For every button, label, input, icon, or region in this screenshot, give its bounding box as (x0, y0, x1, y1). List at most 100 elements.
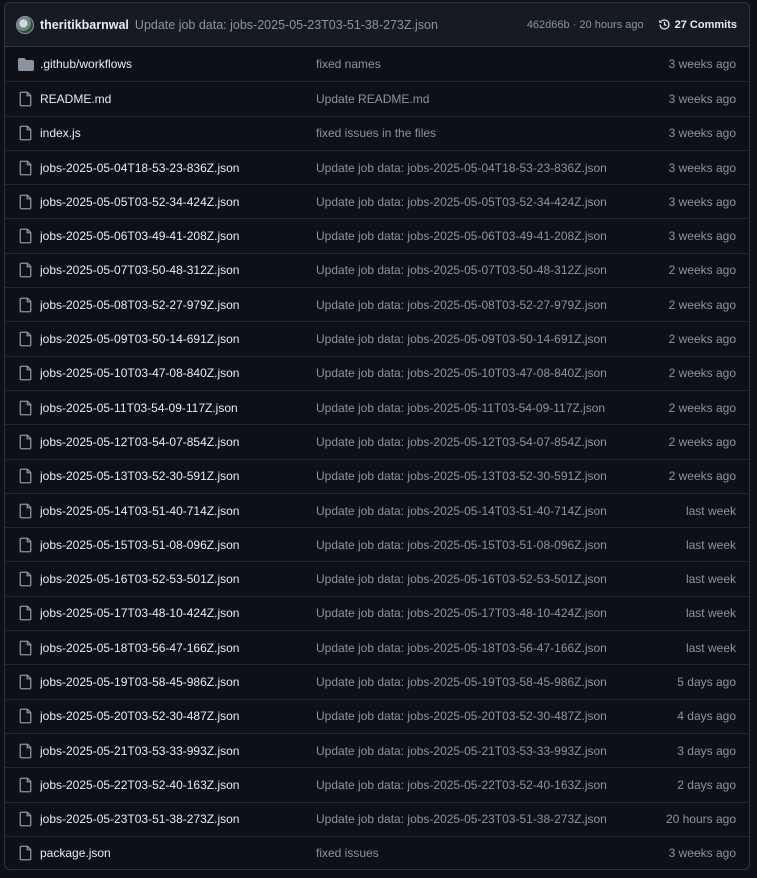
file-row[interactable]: jobs-2025-05-09T03-50-14-691Z.json Update… (5, 321, 749, 355)
file-icon (18, 434, 34, 450)
file-icon (18, 811, 34, 827)
file-commit-message-link[interactable]: Update job data: jobs-2025-05-14T03-51-4… (316, 504, 626, 518)
file-commit-date: 20 hours ago (665, 812, 736, 827)
file-row[interactable]: jobs-2025-05-13T03-52-30-591Z.json Update… (5, 458, 749, 493)
file-row[interactable]: package.json fixed issues 3 weeks ago (5, 835, 749, 869)
file-commit-date: last week (685, 503, 736, 518)
commits-history-button[interactable]: 27 Commits (658, 18, 737, 31)
file-name-link[interactable]: .github/workflows (40, 57, 316, 71)
file-commit-message-link[interactable]: Update job data: jobs-2025-05-09T03-50-1… (316, 332, 626, 346)
file-commit-message-link[interactable]: Update job data: jobs-2025-05-08T03-52-2… (316, 298, 626, 312)
file-row[interactable]: jobs-2025-05-20T03-52-30-487Z.json Update… (5, 698, 749, 733)
file-icon (18, 194, 34, 210)
file-row[interactable]: jobs-2025-05-19T03-58-45-986Z.json Update… (5, 664, 749, 698)
file-name-link[interactable]: jobs-2025-05-15T03-51-08-096Z.json (40, 538, 316, 552)
file-row[interactable]: jobs-2025-05-06T03-49-41-208Z.json Update… (5, 218, 749, 252)
file-commit-message-link[interactable]: Update job data: jobs-2025-05-13T03-52-3… (316, 469, 626, 483)
file-name-link[interactable]: jobs-2025-05-11T03-54-09-117Z.json (40, 401, 316, 415)
file-commit-message-link[interactable]: Update job data: jobs-2025-05-06T03-49-4… (316, 229, 626, 243)
file-name-link[interactable]: jobs-2025-05-20T03-52-30-487Z.json (40, 709, 316, 723)
file-row[interactable]: jobs-2025-05-08T03-52-27-979Z.json Update… (5, 287, 749, 321)
file-name-link[interactable]: package.json (40, 846, 316, 860)
file-name-link[interactable]: jobs-2025-05-04T18-53-23-836Z.json (40, 161, 316, 175)
file-name-link[interactable]: jobs-2025-05-13T03-52-30-591Z.json (40, 469, 316, 483)
file-name-link[interactable]: jobs-2025-05-21T03-53-33-993Z.json (40, 744, 316, 758)
file-commit-message-link[interactable]: Update README.md (316, 92, 626, 106)
commit-meta[interactable]: 462d66b · 20 hours ago (527, 19, 644, 31)
file-icon (18, 365, 34, 381)
file-name-link[interactable]: jobs-2025-05-22T03-52-40-163Z.json (40, 778, 316, 792)
file-name-link[interactable]: jobs-2025-05-09T03-50-14-691Z.json (40, 332, 316, 346)
file-commit-message-link[interactable]: fixed issues in the files (316, 126, 626, 140)
file-commit-date: 4 days ago (677, 709, 736, 724)
file-commit-message-link[interactable]: Update job data: jobs-2025-05-07T03-50-4… (316, 263, 626, 277)
file-row[interactable]: .github/workflows fixed names 3 weeks ago (5, 47, 749, 81)
file-name-link[interactable]: jobs-2025-05-23T03-51-38-273Z.json (40, 812, 316, 826)
file-icon (18, 468, 34, 484)
file-row[interactable]: jobs-2025-05-07T03-50-48-312Z.json Update… (5, 252, 749, 287)
file-name-link[interactable]: jobs-2025-05-17T03-48-10-424Z.json (40, 606, 316, 620)
file-icon (18, 674, 34, 690)
file-commit-message-link[interactable]: Update job data: jobs-2025-05-04T18-53-2… (316, 161, 626, 175)
file-commit-message-link[interactable]: Update job data: jobs-2025-05-23T03-51-3… (316, 812, 626, 826)
file-row[interactable]: jobs-2025-05-04T18-53-23-836Z.json Update… (5, 149, 749, 184)
file-name-link[interactable]: jobs-2025-05-14T03-51-40-714Z.json (40, 504, 316, 518)
file-icon (18, 160, 34, 176)
file-name-link[interactable]: jobs-2025-05-12T03-54-07-854Z.json (40, 435, 316, 449)
file-name-link[interactable]: jobs-2025-05-07T03-50-48-312Z.json (40, 263, 316, 277)
file-row[interactable]: jobs-2025-05-21T03-53-33-993Z.json Update… (5, 732, 749, 767)
file-commit-message-link[interactable]: Update job data: jobs-2025-05-05T03-52-3… (316, 195, 626, 209)
file-commit-message-link[interactable]: Update job data: jobs-2025-05-11T03-54-0… (316, 401, 626, 415)
file-name-link[interactable]: jobs-2025-05-16T03-52-53-501Z.json (40, 572, 316, 586)
file-name-link[interactable]: jobs-2025-05-18T03-56-47-166Z.json (40, 641, 316, 655)
file-name-link[interactable]: jobs-2025-05-05T03-52-34-424Z.json (40, 195, 316, 209)
file-commit-message-link[interactable]: fixed names (316, 57, 626, 71)
file-row[interactable]: jobs-2025-05-10T03-47-08-840Z.json Update… (5, 355, 749, 390)
file-row[interactable]: jobs-2025-05-17T03-48-10-424Z.json Update… (5, 595, 749, 630)
file-commit-message-link[interactable]: Update job data: jobs-2025-05-21T03-53-3… (316, 744, 626, 758)
file-name-link[interactable]: jobs-2025-05-10T03-47-08-840Z.json (40, 366, 316, 380)
file-commit-message-link[interactable]: Update job data: jobs-2025-05-15T03-51-0… (316, 538, 626, 552)
latest-commit-message[interactable]: Update job data: jobs-2025-05-23T03-51-3… (135, 18, 527, 32)
file-icon (18, 845, 34, 861)
file-row[interactable]: README.md Update README.md 3 weeks ago (5, 81, 749, 115)
file-commit-message-link[interactable]: Update job data: jobs-2025-05-22T03-52-4… (316, 778, 626, 792)
file-row[interactable]: jobs-2025-05-23T03-51-38-273Z.json Update… (5, 801, 749, 836)
file-commit-message-link[interactable]: Update job data: jobs-2025-05-19T03-58-4… (316, 675, 626, 689)
file-icon (18, 125, 34, 141)
file-commit-date: 3 weeks ago (668, 126, 736, 141)
commit-author[interactable]: theritikbarnwal (40, 18, 129, 32)
file-name-link[interactable]: jobs-2025-05-08T03-52-27-979Z.json (40, 298, 316, 312)
file-commit-date: 5 days ago (677, 674, 736, 689)
file-row[interactable]: index.js fixed issues in the files 3 weeks… (5, 115, 749, 150)
file-row[interactable]: jobs-2025-05-05T03-52-34-424Z.json Update… (5, 184, 749, 218)
file-commit-message-link[interactable]: Update job data: jobs-2025-05-18T03-56-4… (316, 641, 626, 655)
file-icon (18, 262, 34, 278)
file-row[interactable]: jobs-2025-05-22T03-52-40-163Z.json Update… (5, 767, 749, 801)
file-icon (18, 537, 34, 553)
file-row[interactable]: jobs-2025-05-15T03-51-08-096Z.json Update… (5, 527, 749, 561)
file-commit-message-link[interactable]: Update job data: jobs-2025-05-16T03-52-5… (316, 572, 626, 586)
file-commit-message-link[interactable]: Update job data: jobs-2025-05-17T03-48-1… (316, 606, 626, 620)
file-commit-message-link[interactable]: Update job data: jobs-2025-05-12T03-54-0… (316, 435, 626, 449)
file-commit-message-link[interactable]: Update job data: jobs-2025-05-20T03-52-3… (316, 709, 626, 723)
file-name-link[interactable]: index.js (40, 126, 316, 140)
file-commit-date: 2 weeks ago (668, 400, 736, 415)
file-row[interactable]: jobs-2025-05-11T03-54-09-117Z.json Update… (5, 389, 749, 424)
file-icon (18, 400, 34, 416)
file-commit-date: last week (685, 640, 736, 655)
file-row[interactable]: jobs-2025-05-16T03-52-53-501Z.json Update… (5, 561, 749, 595)
file-row[interactable]: jobs-2025-05-12T03-54-07-854Z.json Update… (5, 424, 749, 458)
file-icon (18, 297, 34, 313)
file-name-link[interactable]: README.md (40, 92, 316, 106)
file-name-link[interactable]: jobs-2025-05-19T03-58-45-986Z.json (40, 675, 316, 689)
file-icon (18, 605, 34, 621)
file-commit-message-link[interactable]: fixed issues (316, 846, 626, 860)
file-row[interactable]: jobs-2025-05-18T03-56-47-166Z.json Update… (5, 630, 749, 664)
file-commit-date: 2 weeks ago (668, 366, 736, 381)
file-row[interactable]: jobs-2025-05-14T03-51-40-714Z.json Update… (5, 492, 749, 527)
author-avatar[interactable] (16, 15, 34, 34)
file-icon (18, 708, 34, 724)
file-commit-message-link[interactable]: Update job data: jobs-2025-05-10T03-47-0… (316, 366, 626, 380)
file-name-link[interactable]: jobs-2025-05-06T03-49-41-208Z.json (40, 229, 316, 243)
